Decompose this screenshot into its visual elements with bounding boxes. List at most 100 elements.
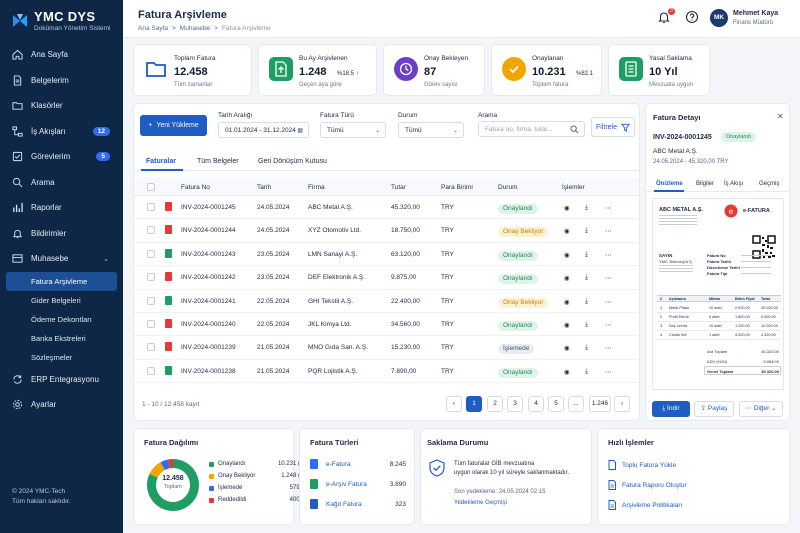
sidebar-item-raporlar[interactable]: Raporlar	[0, 195, 123, 221]
invoice-preview[interactable]: ABC METAL A.Ş. e e-FATURA SAYIN YMC Tekn…	[652, 198, 784, 390]
page-button-2[interactable]: 2	[487, 396, 503, 412]
select-all-checkbox[interactable]	[147, 183, 155, 191]
page-button-4[interactable]: 4	[528, 396, 544, 412]
invoice-no[interactable]: INV-2024-0001244	[181, 227, 236, 234]
sidebar-item-gorevlerim[interactable]: Görevlerim 5	[0, 144, 123, 170]
page-button-0[interactable]: ‹	[446, 396, 462, 412]
header-fatura-no[interactable]: Fatura No	[181, 184, 210, 191]
sidebar-item-erp[interactable]: ERP Entegrasyonu	[0, 367, 123, 393]
page-button-8[interactable]: ›	[614, 396, 630, 412]
download-button[interactable]: ⤓ İndir	[652, 401, 690, 417]
download-icon[interactable]: ⤓	[585, 251, 588, 259]
view-icon[interactable]: ◉	[564, 298, 570, 306]
invoice-no[interactable]: INV-2024-0001238	[181, 368, 236, 375]
breadcrumb-home[interactable]: Ana Sayfa	[138, 25, 168, 32]
sidebar-subitem-fatura-arsivleme[interactable]: Fatura Arşivleme	[6, 271, 117, 291]
table-row[interactable]: INV-2024-0001245 24.05.2024 ABC Metal A.Ş.…	[134, 196, 639, 220]
invoice-no[interactable]: INV-2024-0001239	[181, 344, 236, 351]
row-checkbox[interactable]	[147, 226, 155, 235]
row-checkbox[interactable]	[147, 296, 155, 305]
filter-button[interactable]: Filtrele	[591, 117, 635, 137]
invoice-type-select[interactable]: Tümü ⌄	[320, 122, 386, 138]
close-icon[interactable]: ✕	[777, 112, 784, 121]
view-icon[interactable]: ◉	[564, 344, 570, 352]
header-tarih[interactable]: Tarih	[257, 184, 271, 191]
more-icon[interactable]: ⋯	[605, 251, 612, 259]
view-icon[interactable]: ◉	[564, 227, 570, 235]
sidebar-item-belgelerim[interactable]: Belgelerim	[0, 68, 123, 94]
more-icon[interactable]: ⋯	[605, 298, 612, 306]
tab-faturalar[interactable]: Faturalar	[146, 158, 176, 165]
table-row[interactable]: INV-2024-0001242 23.05.2024 DEF Elektronik…	[134, 266, 639, 290]
table-row[interactable]: INV-2024-0001244 24.05.2024 XYZ Otomotiv L…	[134, 219, 639, 243]
report-link[interactable]: Fatura Raporu Oluştur	[608, 479, 687, 491]
new-upload-button[interactable]: + Yeni Yükleme	[140, 115, 207, 136]
header-firma[interactable]: Firma	[308, 184, 325, 191]
row-checkbox[interactable]	[147, 343, 155, 352]
sidebar-item-ayarlar[interactable]: Ayarlar	[0, 392, 123, 418]
download-icon[interactable]: ⤓	[585, 344, 588, 352]
page-button-5[interactable]: 5	[548, 396, 564, 412]
logo[interactable]: YMC DYS Doküman Yönetim Sistemi	[11, 9, 110, 32]
invoice-no[interactable]: INV-2024-0001240	[181, 321, 236, 328]
stat-card-retention[interactable]: Yasal Saklama 10 Yıl Mevzuata uygun	[608, 44, 710, 96]
view-icon[interactable]: ◉	[564, 368, 570, 376]
invoice-no[interactable]: INV-2024-0001242	[181, 274, 236, 281]
tab-tum-belgeler[interactable]: Tüm Belgeler	[197, 158, 239, 165]
sidebar-subitem-banka-ekstreleri[interactable]: Banka Ekstreleri	[0, 329, 123, 348]
invoice-no[interactable]: INV-2024-0001245	[181, 204, 236, 211]
sidebar-item-ana-sayfa[interactable]: Ana Sayfa	[0, 42, 123, 68]
download-icon[interactable]: ⤓	[585, 368, 588, 376]
sidebar-item-arama[interactable]: Arama	[0, 170, 123, 196]
header-para-birimi[interactable]: Para Birimi	[441, 184, 473, 191]
backup-history-link[interactable]: Yedekleme Geçmişi	[454, 500, 507, 506]
tab-gecmis[interactable]: Geçmiş	[759, 181, 779, 187]
download-icon[interactable]: ⤓	[585, 274, 588, 282]
sidebar-subitem-sozlesmeler[interactable]: Sözleşmeler	[0, 348, 123, 367]
more-button[interactable]: ⋯ Diğer ⌄	[739, 401, 783, 417]
sidebar-item-is-akislari[interactable]: İş Akışları 12	[0, 119, 123, 145]
more-icon[interactable]: ⋯	[605, 344, 612, 352]
row-checkbox[interactable]	[147, 249, 155, 258]
tab-bilgiler[interactable]: Bilgiler	[696, 181, 714, 187]
sidebar-subitem-gider-belgeleri[interactable]: Gider Belgeleri	[0, 291, 123, 310]
sidebar-item-bildirimler[interactable]: Bildirimler	[0, 221, 123, 247]
sidebar-item-muhasebe[interactable]: Muhasebe ⌄	[0, 246, 123, 272]
stat-card-pending[interactable]: Onay Bekleyen 87 Görev sayısı	[383, 44, 485, 96]
view-icon[interactable]: ◉	[564, 321, 570, 329]
row-checkbox[interactable]	[147, 320, 155, 328]
help-icon[interactable]	[685, 10, 699, 24]
view-icon[interactable]: ◉	[564, 251, 570, 259]
type-item[interactable]: e-Arşiv Fatura 3.890	[310, 479, 406, 491]
breadcrumb-muhasebe[interactable]: Muhasebe	[180, 25, 210, 32]
status-select[interactable]: Tümü ⌄	[398, 122, 464, 138]
avatar[interactable]: MK	[710, 9, 728, 27]
table-row[interactable]: INV-2024-0001243 23.05.2024 LMN Sanayi A.Ş…	[134, 243, 639, 267]
header-durum[interactable]: Durum	[498, 184, 518, 191]
page-button-7[interactable]: 1.246	[589, 396, 611, 412]
type-item[interactable]: Kağıt Fatura 323	[310, 499, 406, 511]
invoice-no[interactable]: INV-2024-0001243	[181, 251, 236, 258]
page-button-1[interactable]: 1	[466, 396, 482, 412]
table-row[interactable]: INV-2024-0001239 21.05.2024 MNO Gıda San. …	[134, 336, 639, 360]
view-icon[interactable]: ◉	[564, 204, 570, 212]
tab-geri-donusum[interactable]: Geri Dönüşüm Kutusu	[258, 158, 327, 165]
download-icon[interactable]: ⤓	[585, 204, 588, 212]
stat-card-total[interactable]: Toplam Fatura 12.458 Tüm zamanlar	[133, 44, 252, 96]
sidebar-subitem-odeme-dekontlari[interactable]: Ödeme Dekontları	[0, 310, 123, 329]
type-item[interactable]: e-Fatura 8.245	[310, 459, 406, 471]
table-row[interactable]: INV-2024-0001241 22.05.2024 GHI Tekstil A.…	[134, 290, 639, 313]
bulk-upload-link[interactable]: Toplu Fatura Yükle	[608, 459, 676, 471]
row-checkbox[interactable]	[147, 273, 155, 282]
download-icon[interactable]: ⤓	[585, 321, 588, 329]
table-row[interactable]: INV-2024-0001240 22.05.2024 JKL Kimya Ltd.…	[134, 313, 639, 337]
policy-link[interactable]: Arşivleme Politikaları	[608, 499, 682, 511]
view-icon[interactable]: ◉	[564, 274, 570, 282]
stat-card-approved[interactable]: Onaylanan 10.231 %82.1 Toplam fatura	[491, 44, 602, 96]
sidebar-item-klasorler[interactable]: Klasörler	[0, 93, 123, 119]
tab-is-akisi[interactable]: İş Akışı	[724, 181, 743, 187]
date-range-select[interactable]: 01.01.2024 - 31.12.2024 ▦	[218, 122, 309, 138]
more-icon[interactable]: ⋯	[605, 274, 612, 282]
row-checkbox[interactable]	[147, 366, 155, 375]
download-icon[interactable]: ⤓	[585, 298, 588, 306]
